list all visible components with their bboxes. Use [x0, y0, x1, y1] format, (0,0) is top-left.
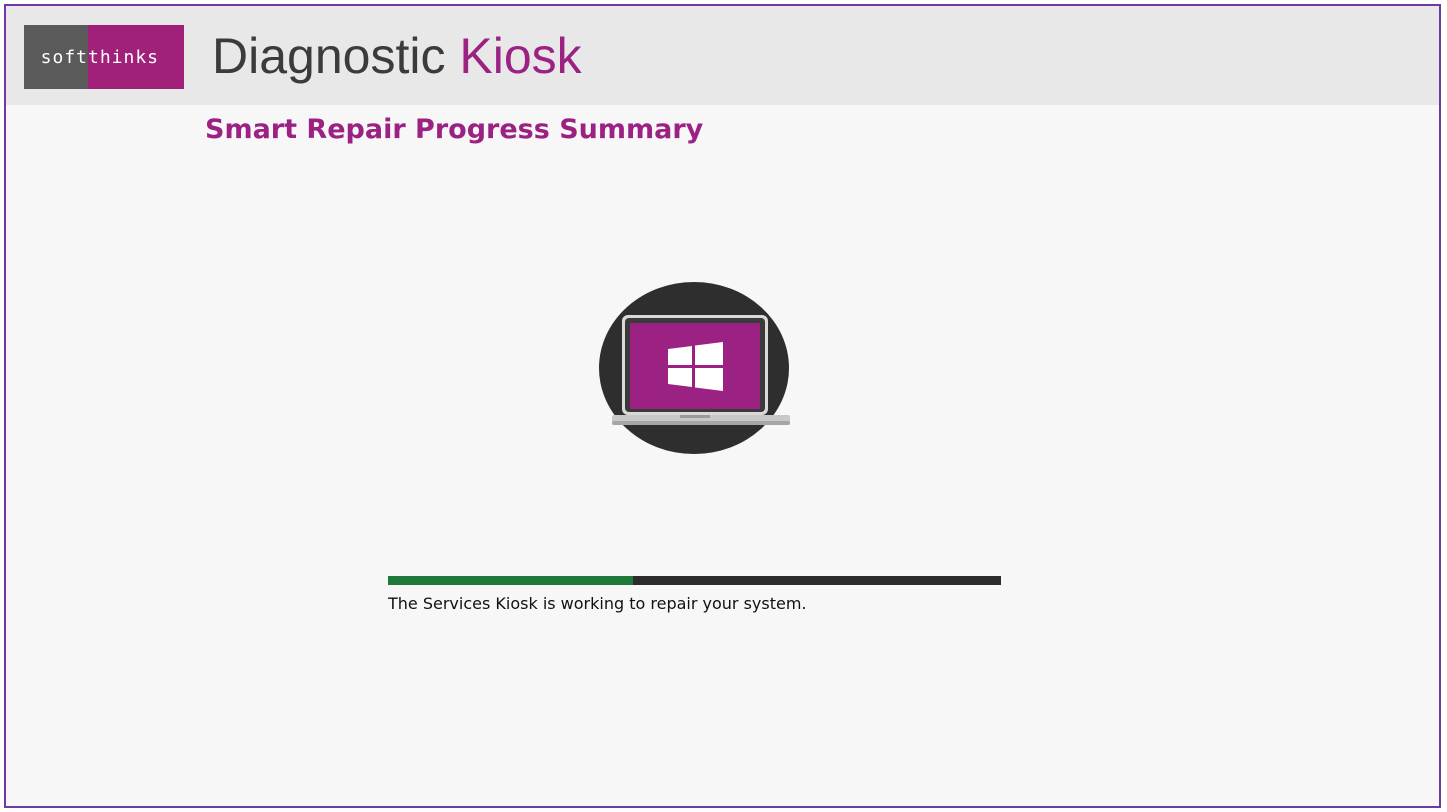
softthinks-logo: soft thinks [24, 25, 184, 89]
header-bar: soft thinks Diagnostic Kiosk [6, 6, 1439, 105]
logo-text-right: thinks [88, 46, 160, 68]
app-title-primary: Diagnostic [212, 28, 446, 84]
app-title-accent: Kiosk [459, 28, 582, 84]
logo-gray-block: soft [24, 25, 88, 89]
logo-magenta-block: thinks [88, 25, 184, 89]
repair-progress-bar [388, 576, 1001, 585]
logo-text-left: soft [40, 46, 88, 68]
app-window: soft thinks Diagnostic Kiosk Smart Repai… [4, 4, 1441, 808]
repair-progress-fill [388, 576, 634, 585]
status-message: The Services Kiosk is working to repair … [388, 594, 807, 613]
laptop-windows-icon [598, 281, 790, 455]
app-title: Diagnostic Kiosk [212, 26, 582, 86]
page-title: Smart Repair Progress Summary [205, 114, 704, 145]
